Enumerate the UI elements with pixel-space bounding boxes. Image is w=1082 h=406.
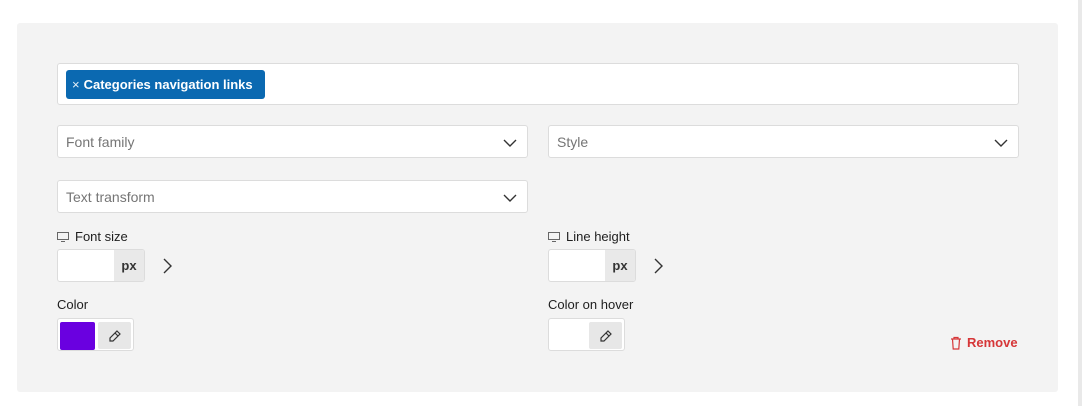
font-family-placeholder: Font family: [66, 133, 135, 150]
color-hover-control[interactable]: [548, 318, 625, 351]
color-hover-label: Color on hover: [548, 297, 634, 312]
desktop-icon[interactable]: [548, 231, 560, 242]
chevron-down-icon: [503, 194, 517, 202]
element-selector-field[interactable]: × Categories navigation links: [57, 63, 1019, 105]
color-swatch[interactable]: [60, 322, 95, 350]
line-height-label-text: Line height: [566, 229, 630, 244]
font-size-value[interactable]: [58, 250, 114, 281]
font-size-label: Font size: [57, 229, 128, 244]
font-size-label-text: Font size: [75, 229, 128, 244]
line-height-unit[interactable]: px: [605, 250, 635, 281]
scrollbar-track[interactable]: [1078, 0, 1082, 406]
remove-button[interactable]: Remove: [950, 335, 1018, 350]
color-control[interactable]: [57, 318, 134, 351]
color-hover-swatch[interactable]: [551, 322, 586, 350]
chevron-right-icon[interactable]: [652, 258, 664, 274]
eyedropper-icon: [599, 329, 612, 342]
style-select[interactable]: Style: [548, 125, 1019, 158]
trash-icon: [951, 336, 961, 350]
remove-label: Remove: [967, 335, 1018, 350]
style-placeholder: Style: [557, 133, 589, 150]
chevron-down-icon: [503, 139, 517, 147]
typography-panel: × Categories navigation links Font famil…: [17, 23, 1058, 392]
chevron-right-icon[interactable]: [161, 258, 173, 274]
font-family-select[interactable]: Font family: [57, 125, 528, 158]
color-label: Color: [57, 297, 89, 312]
desktop-icon[interactable]: [57, 231, 69, 242]
line-height-value[interactable]: [549, 250, 605, 281]
line-height-input[interactable]: px: [548, 249, 636, 282]
font-size-input[interactable]: px: [57, 249, 145, 282]
chevron-down-icon: [994, 139, 1008, 147]
line-height-label: Line height: [548, 229, 630, 244]
selected-element-tag[interactable]: × Categories navigation links: [66, 70, 265, 99]
text-transform-placeholder: Text transform: [66, 188, 155, 205]
eyedropper-button[interactable]: [589, 322, 622, 349]
eyedropper-icon: [108, 329, 121, 342]
eyedropper-button[interactable]: [98, 322, 131, 349]
font-size-unit[interactable]: px: [114, 250, 144, 281]
text-transform-select[interactable]: Text transform: [57, 180, 528, 213]
tag-label: Categories navigation links: [83, 77, 253, 92]
tag-remove-icon[interactable]: ×: [72, 77, 80, 92]
